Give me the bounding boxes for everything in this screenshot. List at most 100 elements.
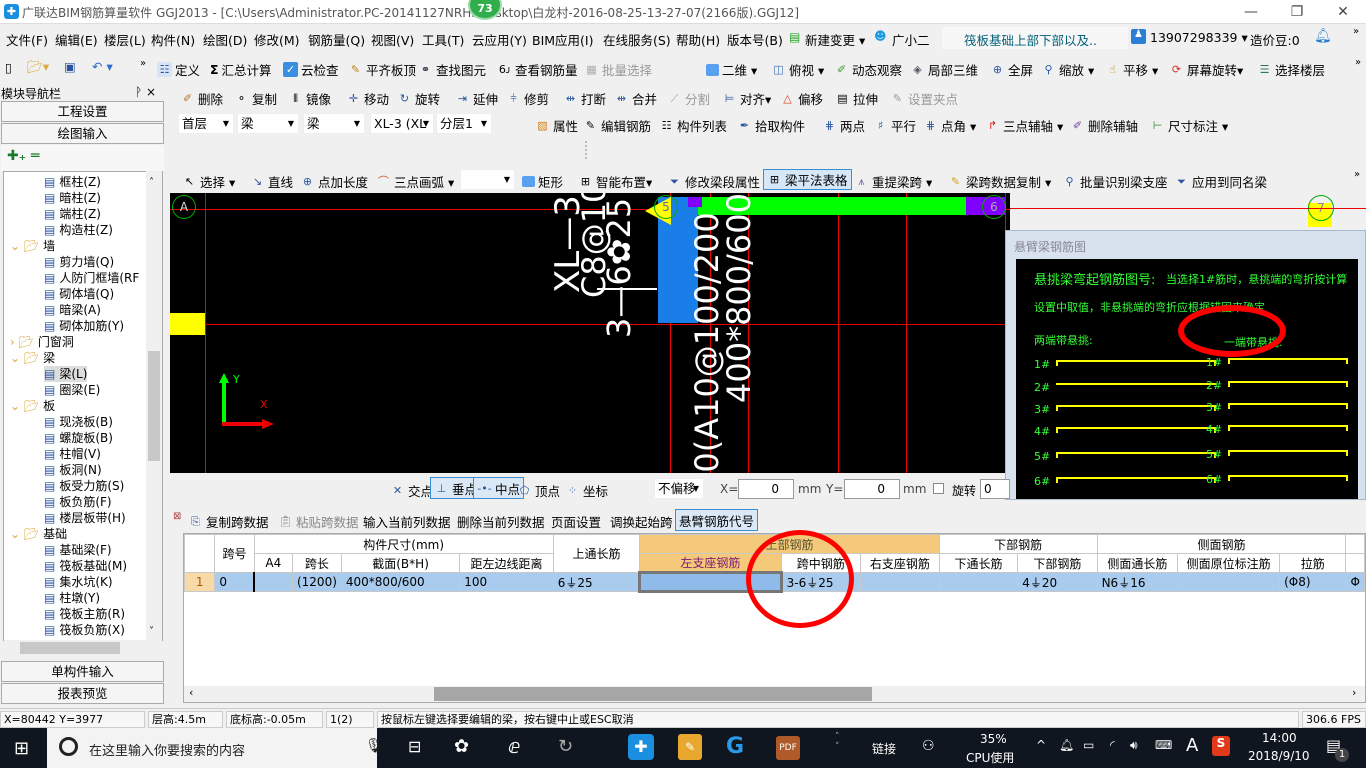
merge-button[interactable]: ⇹ 合并	[614, 89, 657, 108]
three-point-axis-dropdown[interactable]: ↱ 三点辅轴 ▾	[985, 116, 1063, 135]
link-label[interactable]: 链接	[872, 740, 896, 757]
mirror-button[interactable]: ⫴ 镜像	[288, 89, 331, 108]
select-floor-button[interactable]: ☰ 选择楼层	[1257, 60, 1325, 79]
member-list-button[interactable]: ☷ 构件列表	[659, 116, 727, 135]
three-point-arc-dropdown[interactable]: ⌒ 三点画弧 ▾	[376, 172, 454, 191]
bell-icon[interactable]: 🔔︎	[1059, 738, 1074, 752]
bell-icon[interactable]: 🔔︎	[1314, 28, 1332, 44]
ime-icon[interactable]: A	[1186, 735, 1198, 756]
delete-column-button[interactable]: 删除当前列数据	[457, 512, 545, 531]
undo-icon[interactable]: ↶ ▾	[92, 59, 113, 74]
menu-modify[interactable]: 修改(M)	[254, 30, 300, 49]
scroll-down-icon[interactable]: ˅	[149, 626, 154, 637]
drawing-canvas[interactable]: A 5 6 XL—3 C8@100 3—6✿25 20(A10@100/200 …	[170, 193, 1010, 473]
point-length-button[interactable]: ⊕ 点加长度	[300, 172, 368, 191]
task-view-icon[interactable]: ⊟	[408, 737, 421, 756]
tree-item[interactable]: ▤ 柱帽(V)	[44, 446, 101, 462]
align-slab-top-button[interactable]: ✎ 平齐板顶	[348, 60, 416, 79]
toolbar-grip[interactable]	[585, 141, 591, 159]
swap-start-span-button[interactable]: 调换起始跨	[610, 512, 673, 531]
scroll-right-icon[interactable]: ›	[1352, 686, 1356, 699]
table-scroll-thumb[interactable]	[434, 687, 872, 701]
notes-app-icon[interactable]: ✎	[678, 734, 702, 760]
category-select[interactable]: 梁 ▼	[237, 113, 299, 134]
tree-item[interactable]: ▤ 现浇板(B)	[44, 414, 113, 430]
tree-item[interactable]: ▤ 板洞(N)	[44, 462, 102, 478]
tree-folder[interactable]: ⌄ 📂︎ 梁	[10, 350, 55, 366]
minimize-button[interactable]: —	[1228, 0, 1274, 24]
layer-select[interactable]: 分层1 ▼	[436, 113, 492, 134]
overflow-icon[interactable]: »	[1355, 57, 1361, 68]
overflow-icon[interactable]: »	[1353, 26, 1359, 37]
tree-item[interactable]: ▤ 暗柱(Z)	[44, 190, 101, 206]
tree-item[interactable]: ▤ 楼层板带(H)	[44, 510, 126, 526]
copy-span-data-button[interactable]: ⎘ 复制跨数据	[188, 512, 268, 531]
paste-span-data-button[interactable]: 📋︎ 粘贴跨数据	[278, 512, 359, 531]
cell-top-through[interactable]: 6⏚25	[552, 572, 641, 592]
view-2d-dropdown[interactable]: 二维 ▾	[706, 60, 757, 79]
set-grip-button[interactable]: ✎ 设置夹点	[890, 89, 958, 108]
top-view-dropdown[interactable]: ◫ 俯视 ▾	[771, 60, 824, 79]
tree-item[interactable]: ▤ 筏板主筋(R)	[44, 606, 125, 622]
cell-a4[interactable]	[253, 572, 293, 592]
y-input[interactable]: 0	[844, 479, 900, 499]
point-angle-dropdown[interactable]: ⋕ 点角 ▾	[923, 116, 976, 135]
wifi-icon[interactable]: ◜	[1110, 738, 1115, 752]
tree-item[interactable]: ▤ 板受力筋(S)	[44, 478, 124, 494]
rectangle-button[interactable]: 矩形	[522, 172, 563, 191]
battery-icon[interactable]: ▭	[1083, 738, 1094, 752]
select-dropdown[interactable]: ↖ 选择 ▾	[182, 172, 235, 191]
align-dropdown[interactable]: ⊨ 对齐▾	[722, 89, 772, 108]
tree-item[interactable]: ▤ 框柱(Z)	[44, 174, 101, 190]
tree-item[interactable]: ▤ 构造柱(Z)	[44, 222, 113, 238]
pan-dropdown[interactable]: ☝ 平移 ▾	[1105, 60, 1158, 79]
trim-button[interactable]: ⫩ 修剪	[506, 89, 549, 108]
open-file-icon[interactable]: 📂︎▾	[27, 59, 49, 75]
rotate-button[interactable]: ↻ 旋转	[397, 89, 440, 108]
expand-all-icon[interactable]: ✚₊	[7, 148, 26, 164]
sogou-icon[interactable]: S	[1212, 736, 1230, 756]
summary-calc-button[interactable]: Σ 汇总计算	[210, 60, 272, 79]
windows-start-icon[interactable]: ⊞	[14, 738, 29, 759]
pick-member-button[interactable]: ✒ 拾取构件	[737, 116, 805, 135]
snap-vertex[interactable]: ⬠ 顶点	[517, 481, 560, 500]
tree-item[interactable]: ▤ 圈梁(E)	[44, 382, 100, 398]
browser-icon[interactable]: ↻	[558, 736, 573, 757]
cell-overflow[interactable]: Φ	[1345, 572, 1365, 592]
menu-version[interactable]: 版本号(B)	[727, 30, 783, 49]
delete-axis-button[interactable]: ✐ 删除辅轴	[1070, 116, 1138, 135]
move-button[interactable]: ✛ 移动	[346, 89, 389, 108]
apply-same-name-button[interactable]: ⏷ 应用到同名梁	[1174, 172, 1267, 191]
cell-bottom-through[interactable]	[938, 572, 1019, 592]
menu-draw[interactable]: 绘图(D)	[203, 30, 247, 49]
collapse-all-icon[interactable]: ═	[31, 148, 39, 164]
tree-item[interactable]: ▤ 柱墩(Y)	[44, 590, 100, 606]
cell-span-no[interactable]: 0	[214, 572, 255, 592]
properties-button[interactable]: ▧ 属性	[535, 116, 578, 135]
menu-rebar[interactable]: 钢筋量(Q)	[308, 30, 365, 49]
rotate-checkbox[interactable]	[933, 483, 944, 494]
nav-report-preview[interactable]: 报表预览	[1, 683, 164, 704]
menu-bim[interactable]: BIM应用(I)	[532, 30, 594, 49]
menu-online[interactable]: 在线服务(S)	[603, 30, 671, 49]
menu-edit[interactable]: 编辑(E)	[55, 30, 98, 49]
scroll-taskbar-icon[interactable]: ˄ ˅	[835, 732, 840, 752]
show-hidden-icon[interactable]: ^	[1036, 738, 1046, 752]
taskbar-search[interactable]: 在这里输入你要搜索的内容 🎙︎	[47, 728, 383, 768]
menu-tools[interactable]: 工具(T)	[422, 30, 464, 49]
glodon-app-icon[interactable]: G	[726, 734, 744, 759]
fullscreen-button[interactable]: ⊕ 全屏	[990, 60, 1033, 79]
ggj-app-icon[interactable]: ✚	[628, 734, 654, 760]
edit-rebar-button[interactable]: ✎ 编辑钢筋	[583, 116, 651, 135]
nav-single-input[interactable]: 单构件输入	[1, 661, 164, 682]
cell-tie-bar[interactable]: (Φ8)	[1279, 572, 1347, 592]
tree-item[interactable]: ▤ 集水坑(K)	[44, 574, 113, 590]
break-button[interactable]: ⇹ 打断	[563, 89, 606, 108]
tree-folder[interactable]: ⌄ 📂︎ 墙	[10, 238, 55, 254]
menu-file[interactable]: 文件(F)	[6, 30, 48, 49]
floor-select[interactable]: 首层 ▼	[178, 113, 234, 134]
fan-app-icon[interactable]: ✿	[454, 736, 469, 757]
people-icon[interactable]: ⚇	[922, 738, 935, 754]
screen-rotate-dropdown[interactable]: ⟳ 屏幕旋转▾	[1169, 60, 1243, 79]
delete-button[interactable]: ✐ 删除	[180, 89, 223, 108]
